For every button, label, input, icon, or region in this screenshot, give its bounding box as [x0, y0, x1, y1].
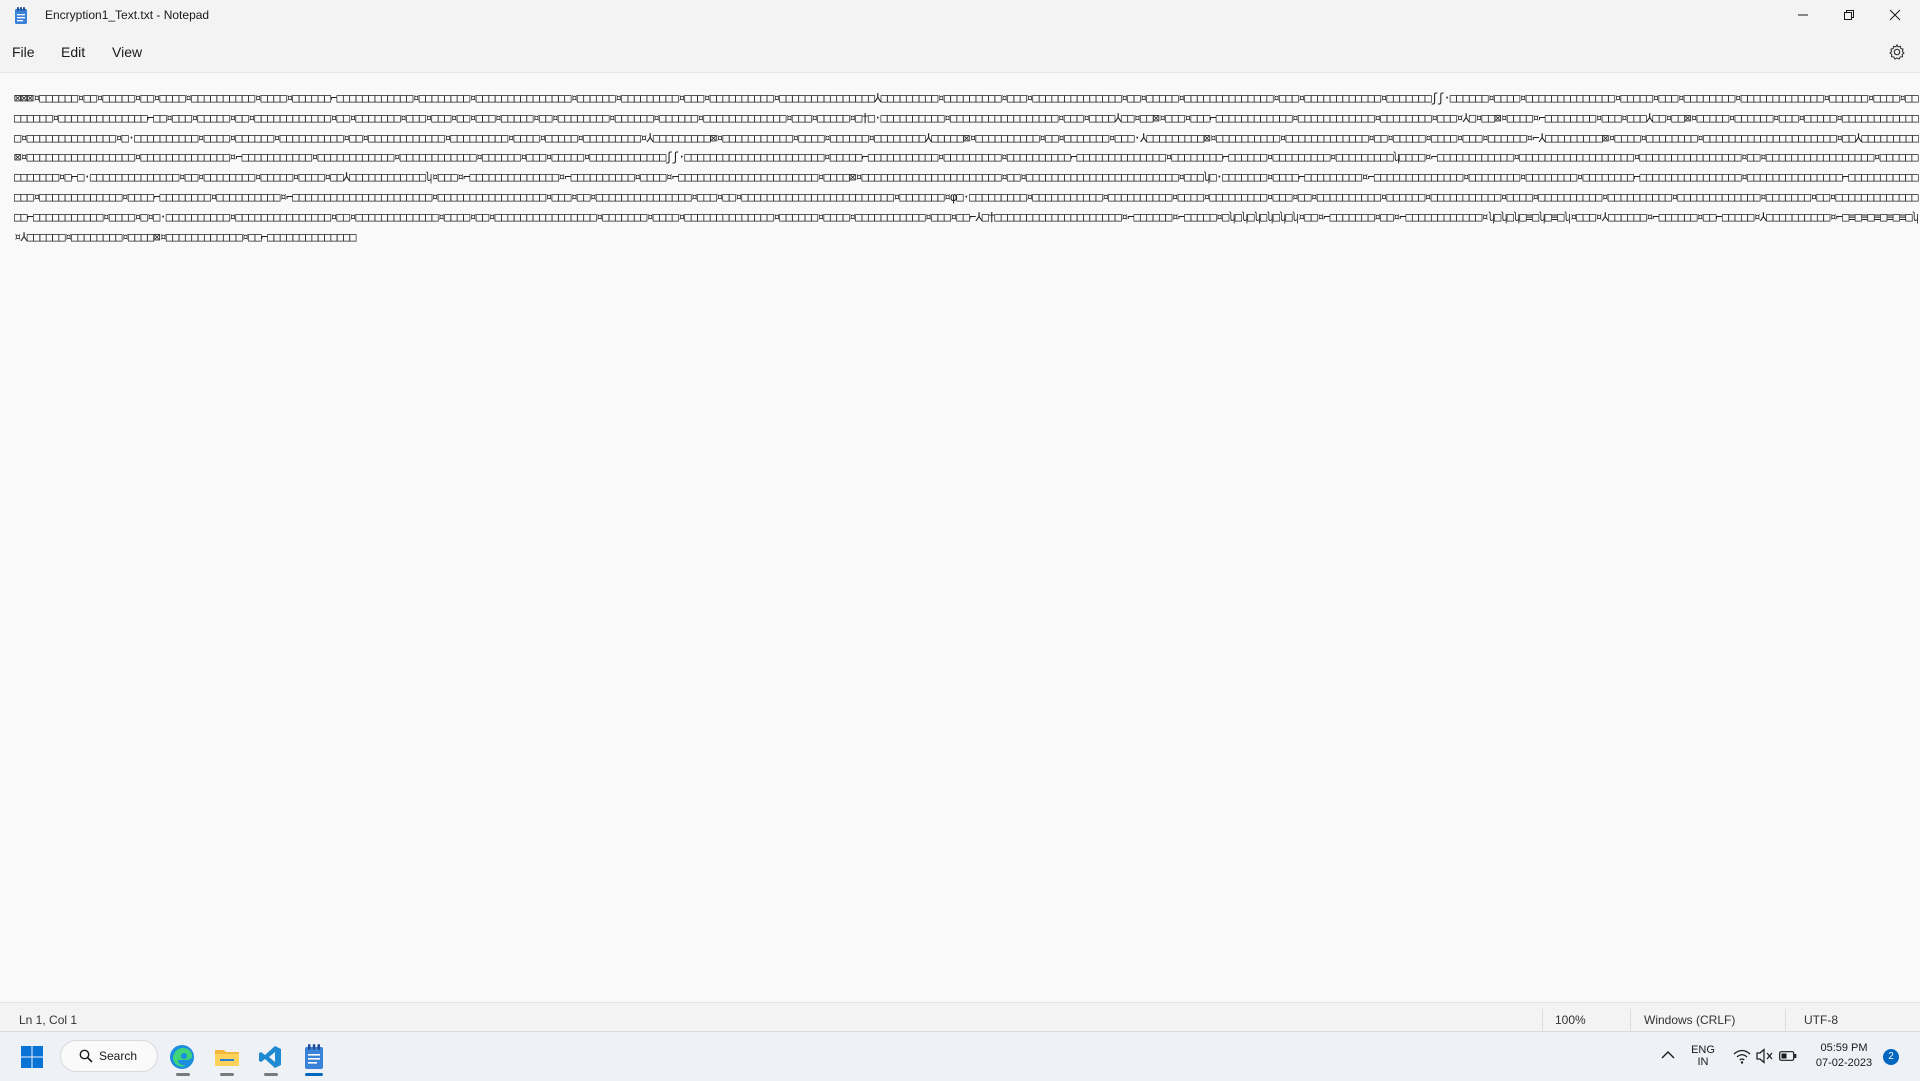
cursor-position: Ln 1, Col 1 — [19, 1013, 78, 1027]
clock-date: 07-02-2023 — [1815, 1057, 1873, 1069]
menu-edit[interactable]: Edit — [61, 44, 85, 60]
taskbar: Search ENG IN 05:59 PM 07-02-2023 2 — [0, 1031, 1920, 1081]
file-explorer-taskbar-button[interactable] — [211, 1041, 243, 1073]
settings-gear-icon[interactable] — [1888, 43, 1906, 61]
volume-muted-icon[interactable] — [1756, 1048, 1774, 1064]
search-label: Search — [99, 1049, 138, 1063]
language-indicator[interactable]: ENG IN — [1688, 1044, 1718, 1068]
editor-content[interactable]: ⊠⊠⊠¤□□□□□□¤□□¤□□□□□¤□□¤□□□□¤□□□□□□□□□□¤□… — [14, 89, 1919, 289]
notepad-icon — [305, 1044, 323, 1069]
edge-taskbar-button[interactable] — [166, 1041, 198, 1073]
status-divider — [1630, 1009, 1631, 1031]
explorer-running-indicator — [220, 1073, 234, 1076]
start-button[interactable] — [16, 1041, 48, 1073]
edge-running-indicator — [176, 1073, 190, 1076]
vscode-running-indicator — [264, 1073, 278, 1076]
text-editor[interactable]: ⊠⊠⊠¤□□□□□□¤□□¤□□□□□¤□□¤□□□□¤□□□□□□□□□□¤□… — [0, 73, 1920, 1001]
battery-icon[interactable] — [1779, 1050, 1797, 1062]
clock-time: 05:59 PM — [1820, 1042, 1868, 1054]
folder-icon — [215, 1050, 239, 1066]
menu-file[interactable]: File — [12, 44, 35, 60]
title-bar[interactable]: Encryption1_Text.txt - Notepad — [0, 0, 1920, 32]
status-divider — [1785, 1009, 1786, 1031]
show-hidden-icons-chevron-icon[interactable] — [1661, 1050, 1675, 1060]
search-icon — [79, 1049, 93, 1063]
taskbar-search[interactable]: Search — [60, 1040, 158, 1072]
line-ending[interactable]: Windows (CRLF) — [1644, 1013, 1735, 1027]
restore-icon — [1844, 10, 1854, 20]
windows-logo-icon — [21, 1046, 43, 1068]
vscode-taskbar-button[interactable] — [254, 1041, 286, 1073]
minimize-button[interactable] — [1780, 0, 1826, 30]
edge-browser-icon — [170, 1045, 194, 1069]
restore-button[interactable] — [1826, 0, 1872, 30]
zoom-level[interactable]: 100% — [1555, 1013, 1586, 1027]
notepad-taskbar-button[interactable] — [298, 1041, 330, 1073]
close-button[interactable] — [1872, 0, 1918, 30]
minimize-icon — [1798, 14, 1808, 16]
notepad-app-icon — [15, 7, 27, 24]
window-title: Encryption1_Text.txt - Notepad — [45, 8, 210, 22]
notification-badge[interactable]: 2 — [1883, 1049, 1899, 1065]
language-code: ENG — [1691, 1044, 1715, 1056]
vscode-icon — [259, 1046, 281, 1068]
clock[interactable]: 05:59 PM 07-02-2023 — [1810, 1042, 1878, 1069]
region-code: IN — [1697, 1056, 1709, 1068]
close-icon — [1889, 9, 1901, 21]
menu-bar: File Edit View — [0, 32, 1920, 73]
notepad-active-indicator — [305, 1073, 323, 1076]
wifi-icon[interactable] — [1733, 1048, 1751, 1064]
encoding[interactable]: UTF-8 — [1804, 1013, 1838, 1027]
menu-view[interactable]: View — [112, 44, 142, 60]
status-divider — [1542, 1009, 1543, 1031]
